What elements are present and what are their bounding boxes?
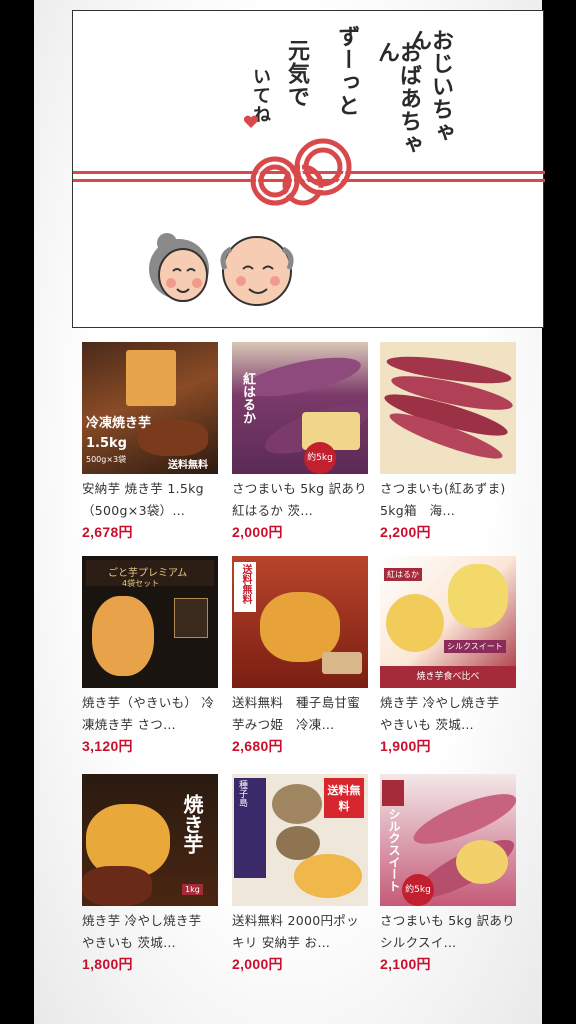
product-price: 2,000円 (232, 956, 283, 972)
product-name[interactable]: さつまいも 5kg 訳あり シルクスイ… (380, 910, 516, 954)
product-image[interactable]: 送料無料 (232, 556, 368, 688)
product-card[interactable]: 紅はるか 約5kg さつまいも 5kg 訳あり 紅はるか 茨… 2,000円 (232, 342, 368, 554)
product-name[interactable]: さつまいも 5kg 訳あり 紅はるか 茨… (232, 478, 368, 522)
product-card[interactable]: 紅はるか シルクスイート 焼き芋食べ比べ 焼き芋 冷やし焼き芋 やきいも 茨城…… (380, 556, 516, 768)
product-image[interactable]: シルクスイート 約5kg (380, 774, 516, 906)
grandparents-illustration (149, 233, 294, 306)
product-card[interactable]: 冷凍焼き芋 1.5kg 500g×3袋 送料無料 安納芋 焼き芋 1.5kg（5… (82, 342, 218, 554)
product-name[interactable]: 送料無料 種子島甘蜜芋みつ姫 冷凍… (232, 692, 368, 736)
product-price: 2,000円 (232, 524, 283, 540)
product-card[interactable]: 送料無料 送料無料 種子島甘蜜芋みつ姫 冷凍… 2,680円 (232, 556, 368, 768)
product-price: 1,900円 (380, 738, 431, 754)
image-caption: 種子島 (237, 780, 247, 807)
product-card[interactable]: シルクスイート 約5kg さつまいも 5kg 訳あり シルクスイ… 2,100円 (380, 774, 516, 986)
image-caption: 冷凍焼き芋 (86, 416, 152, 431)
product-price: 2,100円 (380, 956, 431, 972)
message-line-3: ずーっと (334, 25, 359, 117)
image-caption: 4袋セット (122, 579, 160, 588)
message-line-2: おばあちゃん (374, 41, 421, 156)
product-name[interactable]: 焼き芋（やきいも） 冷凍焼き芋 さつ… (82, 692, 218, 736)
product-card[interactable]: さつまいも(紅あずま) 5kg箱 海… 2,200円 (380, 342, 516, 554)
image-caption: 送料無料 (327, 784, 361, 813)
message-line-4: 元気で (284, 39, 309, 108)
image-caption: 送料無料 (168, 460, 208, 471)
image-caption: シルクスイート (444, 640, 506, 653)
image-caption: 1.5kg (86, 436, 127, 451)
image-caption: 1kg (182, 884, 203, 895)
product-name[interactable]: 送料無料 2000円ポッキリ 安納芋 お… (232, 910, 368, 954)
product-image[interactable]: 紅はるか シルクスイート 焼き芋食べ比べ (380, 556, 516, 688)
product-price: 2,678円 (82, 524, 133, 540)
product-name[interactable]: 焼き芋 冷やし焼き芋 やきいも 茨城… (380, 692, 516, 736)
image-caption: 約5kg (304, 442, 336, 474)
product-price: 1,800円 (82, 956, 133, 972)
product-card[interactable]: ごと芋プレミアム 4袋セット 焼き芋（やきいも） 冷凍焼き芋 さつ… 3,120… (82, 556, 218, 768)
product-card[interactable]: 焼き芋 1kg 焼き芋 冷やし焼き芋 やきいも 茨城… 1,800円 (82, 774, 218, 986)
image-caption: 500g×3袋 (86, 455, 127, 464)
product-image[interactable] (380, 342, 516, 474)
product-name[interactable]: 安納芋 焼き芋 1.5kg（500g×3袋）… (82, 478, 218, 522)
page-background: おじいちゃん おばあちゃん ずーっと 元気で いてね 冷凍焼き芋 1.5kg 5… (34, 0, 545, 1024)
image-caption: 紅はるか (240, 372, 255, 424)
image-caption: ごと芋プレミアム (108, 568, 188, 579)
product-card[interactable]: 種子島 送料無料 送料無料 2000円ポッキリ 安納芋 お… 2,000円 (232, 774, 368, 986)
mizuhiki-knot-icon (250, 138, 352, 206)
image-caption: 焼き芋食べ比べ (380, 666, 516, 688)
image-caption: 約5kg (402, 874, 434, 906)
product-image[interactable]: 種子島 送料無料 (232, 774, 368, 906)
product-price: 2,680円 (232, 738, 283, 754)
greeting-banner: おじいちゃん おばあちゃん ずーっと 元気で いてね (72, 10, 545, 328)
image-caption: 送料無料 (240, 564, 251, 604)
product-grid: 冷凍焼き芋 1.5kg 500g×3袋 送料無料 安納芋 焼き芋 1.5kg（5… (82, 342, 518, 982)
image-caption: 焼き芋 (180, 794, 204, 854)
product-image[interactable]: 焼き芋 1kg (82, 774, 218, 906)
image-caption: 紅はるか (384, 568, 422, 581)
product-name[interactable]: さつまいも(紅あずま) 5kg箱 海… (380, 478, 516, 522)
product-image[interactable]: 冷凍焼き芋 1.5kg 500g×3袋 送料無料 (82, 342, 218, 474)
image-caption: シルクスイート (387, 808, 401, 892)
product-image[interactable]: 紅はるか 約5kg (232, 342, 368, 474)
product-price: 3,120円 (82, 738, 133, 754)
product-name[interactable]: 焼き芋 冷やし焼き芋 やきいも 茨城… (82, 910, 218, 954)
product-price: 2,200円 (380, 524, 431, 540)
product-image[interactable]: ごと芋プレミアム 4袋セット (82, 556, 218, 688)
